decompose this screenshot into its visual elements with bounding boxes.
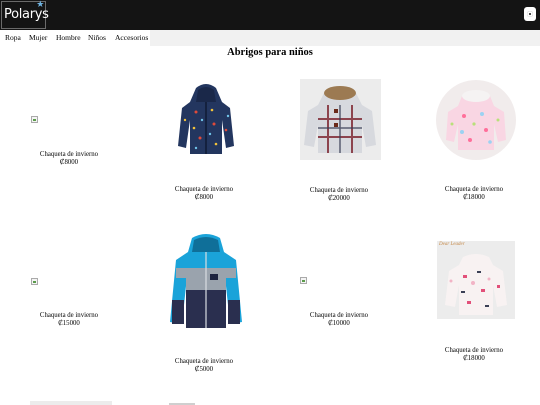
product-7-broken-image[interactable] [300, 277, 307, 284]
product-6-name: Chaqueta de invierno [174, 358, 234, 365]
product-7-card[interactable]: Chaqueta de invierno ₡10000 [284, 312, 394, 328]
star-icon: ★ [36, 0, 44, 10]
product-6-price: ₡5000 [194, 366, 214, 373]
product-2-image[interactable] [176, 80, 236, 160]
product-8-image[interactable]: Dear Leader [437, 241, 515, 319]
product-3-name: Chaqueta de invierno [309, 187, 369, 194]
product-2-price: ₡8000 [194, 194, 214, 201]
nav-item-hombre[interactable]: Hombre [56, 33, 81, 43]
product-8-image-label: Dear Leader [439, 242, 465, 247]
product-4-image[interactable] [436, 80, 516, 160]
product-8-jacket-drawing [445, 254, 507, 315]
nav-item-mujer[interactable]: Mujer [29, 33, 47, 43]
product-4-card[interactable]: Chaqueta de invierno ₡18000 [419, 186, 529, 202]
main-nav: Ropa Mujer Hombre Niños Accesorios [0, 30, 150, 46]
nav-item-accesorios[interactable]: Accesorios [115, 33, 148, 43]
product-7-price: ₡10000 [328, 320, 350, 327]
product-3-price: ₡20000 [328, 195, 350, 202]
product-3-card[interactable]: Chaqueta de invierno ₡20000 [284, 187, 394, 203]
product-1-name: Chaqueta de invierno [39, 151, 99, 158]
product-2-card[interactable]: Chaqueta de invierno ₡8000 [149, 186, 259, 202]
user-account-icon[interactable] [524, 7, 536, 21]
product-4-name: Chaqueta de invierno [444, 186, 504, 193]
product-5-price: ₡15000 [58, 320, 80, 327]
product-3-image[interactable] [300, 79, 381, 160]
product-2-name: Chaqueta de invierno [174, 186, 234, 193]
product-8-price: ₡18000 [463, 355, 485, 362]
product-5-broken-image[interactable] [31, 278, 38, 285]
polarys-logo[interactable]: Polarys ★ [1, 0, 49, 29]
nav-item-ninos[interactable]: Niños [88, 33, 106, 43]
page-title: Abrigos para niños [227, 47, 313, 58]
product-4-price: ₡18000 [463, 194, 485, 201]
product-6-image[interactable] [166, 230, 246, 330]
product-8-card[interactable]: Chaqueta de invierno ₡18000 [419, 347, 529, 363]
product-6-card[interactable]: Chaqueta de invierno ₡5000 [149, 358, 259, 374]
product-1-broken-image[interactable] [31, 116, 38, 123]
top-bar: Polarys ★ [0, 0, 540, 30]
product-9-image-partial[interactable] [30, 401, 112, 405]
nav-item-ropa[interactable]: Ropa [5, 33, 21, 43]
product-1-card[interactable]: Chaqueta de invierno ₡8000 [14, 151, 124, 167]
product-5-name: Chaqueta de invierno [39, 312, 99, 319]
product-7-name: Chaqueta de invierno [309, 312, 369, 319]
product-1-price: ₡8000 [59, 159, 79, 166]
product-8-name: Chaqueta de invierno [444, 347, 504, 354]
product-5-card[interactable]: Chaqueta de invierno ₡15000 [14, 312, 124, 328]
